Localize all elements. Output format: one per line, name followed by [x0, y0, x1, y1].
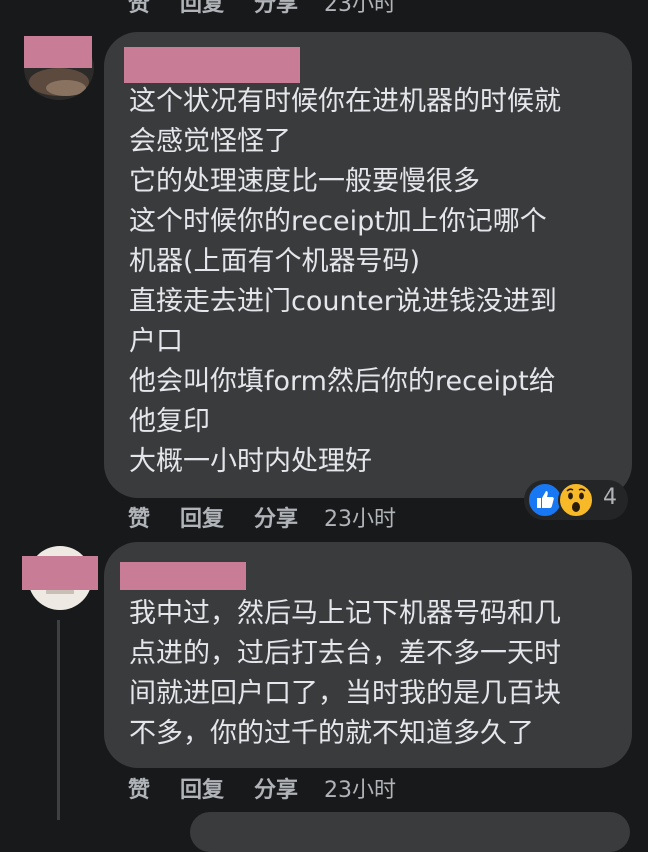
comment-text: 这个状况有时候你在进机器的时候就 会感觉怪怪了 它的处理速度比一般要慢很多 这个… [129, 82, 561, 482]
comment-line: 间就进回户口了，当时我的是几百块 [129, 678, 561, 709]
reaction-summary[interactable]: 4 [524, 480, 628, 520]
comment-line: 他会叫你填form然后你的receipt给 [129, 366, 556, 397]
redacted-avatar-overlay [24, 36, 92, 68]
share-button[interactable]: 分享 [254, 0, 298, 18]
comment-line: 直接走去进门counter说进钱没进到 [129, 286, 557, 317]
comment-line: 我中过，然后马上记下机器号码和几 [129, 598, 561, 629]
comment-line: 点进的，过后打去台，差不多一天时 [129, 638, 561, 669]
comment-line: 他复印 [129, 406, 210, 437]
reply-button[interactable]: 回复 [180, 0, 224, 18]
redacted-author-name[interactable] [124, 47, 300, 83]
like-button[interactable]: 赞 [128, 0, 150, 18]
comment-line: 机器(上面有个机器号码) [129, 246, 421, 277]
share-button[interactable]: 分享 [254, 772, 298, 804]
next-comment-bubble [190, 812, 630, 852]
reply-button[interactable]: 回复 [180, 501, 224, 533]
comment-line: 不多，你的过千的就不知道多久了 [129, 718, 534, 749]
comment-text: 我中过，然后马上记下机器号码和几 点进的，过后打去台，差不多一天时 间就进回户口… [129, 594, 561, 754]
comment-actions: 赞 回复 分享 23小时 [128, 772, 426, 804]
like-button[interactable]: 赞 [128, 772, 150, 804]
wow-icon [558, 482, 594, 518]
timestamp[interactable]: 23小时 [324, 501, 396, 533]
comment-line: 这个时候你的receipt加上你记哪个 [129, 206, 547, 237]
comment-line: 会感觉怪怪了 [129, 126, 291, 157]
comment-line: 大概一小时内处理好 [129, 446, 372, 477]
like-button[interactable]: 赞 [128, 501, 150, 533]
reply-button[interactable]: 回复 [180, 772, 224, 804]
redacted-avatar-overlay [22, 556, 98, 590]
top-comment-actions: 赞 回复 分享 23小时 [128, 0, 426, 18]
reaction-count: 4 [603, 485, 617, 510]
timestamp[interactable]: 23小时 [324, 772, 396, 804]
comment-line: 这个状况有时候你在进机器的时候就 [129, 86, 561, 117]
redacted-author-name[interactable] [120, 562, 246, 590]
comment-line: 户口 [129, 326, 183, 357]
share-button[interactable]: 分享 [254, 501, 298, 533]
thread-line [57, 620, 60, 820]
comment-line: 它的处理速度比一般要慢很多 [129, 166, 480, 197]
timestamp[interactable]: 23小时 [324, 0, 396, 18]
comment-actions: 赞 回复 分享 23小时 [128, 501, 426, 533]
